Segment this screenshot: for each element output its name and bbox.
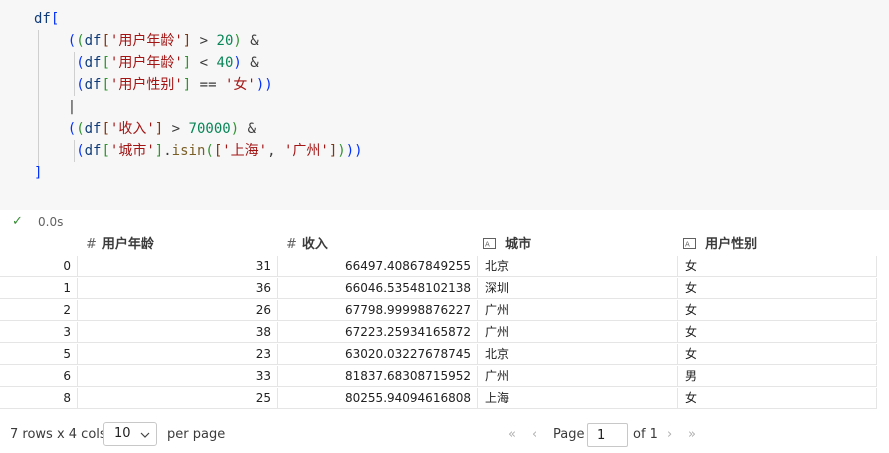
table-row[interactable]: 6 33 81837.68308715952 广州男 xyxy=(0,366,877,388)
income-cell: 67223.25934165872 xyxy=(278,322,478,343)
income-cell: 67798.99998876227 xyxy=(278,300,478,321)
chevron-down-icon xyxy=(140,432,150,438)
number-type-icon: # xyxy=(286,237,297,252)
code-line: (df['用户性别'] == '女')) xyxy=(76,77,273,93)
gender-cell: 女 xyxy=(678,388,877,409)
gender-cell: 男 xyxy=(678,366,877,387)
income-cell: 63020.03227678745 xyxy=(278,344,478,365)
row-index-cell: 5 xyxy=(0,344,78,365)
text-type-icon: A xyxy=(683,237,700,252)
row-index-cell: 2 xyxy=(0,300,78,321)
page-count-label: of 1 xyxy=(633,427,658,442)
table-row[interactable]: 1 36 66046.53548102138 深圳女 xyxy=(0,278,877,300)
table-row[interactable]: 0 31 66497.40867849255 北京女 xyxy=(0,256,877,278)
table-row[interactable]: 2 26 67798.99998876227 广州女 xyxy=(0,300,877,322)
column-header-gender[interactable]: A 用户性别 xyxy=(683,234,757,256)
code-cell[interactable]: df[ ((df['用户年龄'] > 20) & (df['用户年龄'] < 4… xyxy=(0,0,889,210)
income-cell: 81837.68308715952 xyxy=(278,366,478,387)
income-cell: 66497.40867849255 xyxy=(278,256,478,277)
execution-time: 0.0s xyxy=(38,215,64,229)
svg-text:A: A xyxy=(485,241,490,249)
page-label: Page xyxy=(553,427,585,442)
gender-cell: 女 xyxy=(678,300,877,321)
next-page-icon[interactable]: › xyxy=(667,427,672,442)
age-cell: 26 xyxy=(78,300,278,321)
table-row[interactable]: 3 38 67223.25934165872 广州女 xyxy=(0,322,877,344)
table-summary: 7 rows x 4 cols xyxy=(10,427,107,442)
income-cell: 80255.94094616808 xyxy=(278,388,478,409)
city-cell: 北京 xyxy=(478,256,678,277)
age-cell: 36 xyxy=(78,278,278,299)
previous-page-icon[interactable]: ‹ xyxy=(532,427,537,442)
city-cell: 深圳 xyxy=(478,278,678,299)
table-row[interactable]: 8 25 80255.94094616808 上海女 xyxy=(0,388,877,410)
column-header-income[interactable]: # 收入 xyxy=(286,234,328,256)
city-cell: 广州 xyxy=(478,300,678,321)
age-cell: 25 xyxy=(78,388,278,409)
page-number-input[interactable] xyxy=(587,423,628,447)
row-index-cell: 0 xyxy=(0,256,78,277)
age-cell: 23 xyxy=(78,344,278,365)
column-header-city[interactable]: A 城市 xyxy=(483,234,531,256)
svg-text:A: A xyxy=(685,241,690,249)
table-row[interactable]: 5 23 63020.03227678745 北京女 xyxy=(0,344,877,366)
code-line: df[ xyxy=(34,11,60,27)
row-index-cell: 3 xyxy=(0,322,78,343)
number-type-icon: # xyxy=(86,237,97,252)
gender-cell: 女 xyxy=(678,278,877,299)
city-cell: 广州 xyxy=(478,366,678,387)
row-index-cell: 8 xyxy=(0,388,78,409)
execution-status: ✓ 0.0s xyxy=(0,210,889,234)
page-size-value: 10 xyxy=(114,426,131,441)
gender-cell: 女 xyxy=(678,322,877,343)
code-line: ((df['用户年龄'] > 20) & xyxy=(67,33,259,49)
age-cell: 38 xyxy=(78,322,278,343)
row-index-cell: 1 xyxy=(0,278,78,299)
age-cell: 33 xyxy=(78,366,278,387)
code-line: | xyxy=(67,99,77,115)
code-line: ] xyxy=(34,165,43,181)
first-page-icon[interactable]: « xyxy=(508,427,516,442)
city-cell: 广州 xyxy=(478,322,678,343)
success-check-icon: ✓ xyxy=(12,214,23,229)
column-header-age[interactable]: # 用户年龄 xyxy=(86,234,154,256)
row-index-cell: 6 xyxy=(0,366,78,387)
gender-cell: 女 xyxy=(678,256,877,277)
code-line: (df['城市'].isin(['上海', '广州']))) xyxy=(76,143,363,159)
code-line: ((df['收入'] > 70000) & xyxy=(67,121,256,137)
page-size-select[interactable]: 10 xyxy=(103,422,157,446)
city-cell: 上海 xyxy=(478,388,678,409)
last-page-icon[interactable]: » xyxy=(688,427,696,442)
code-line: (df['用户年龄'] < 40) & xyxy=(76,55,259,71)
gender-cell: 女 xyxy=(678,344,877,365)
city-cell: 北京 xyxy=(478,344,678,365)
per-page-label: per page xyxy=(167,427,226,442)
text-type-icon: A xyxy=(483,237,500,252)
pagination-footer: 7 rows x 4 cols 10 per page « ‹ Page of … xyxy=(0,418,889,452)
age-cell: 31 xyxy=(78,256,278,277)
income-cell: 66046.53548102138 xyxy=(278,278,478,299)
